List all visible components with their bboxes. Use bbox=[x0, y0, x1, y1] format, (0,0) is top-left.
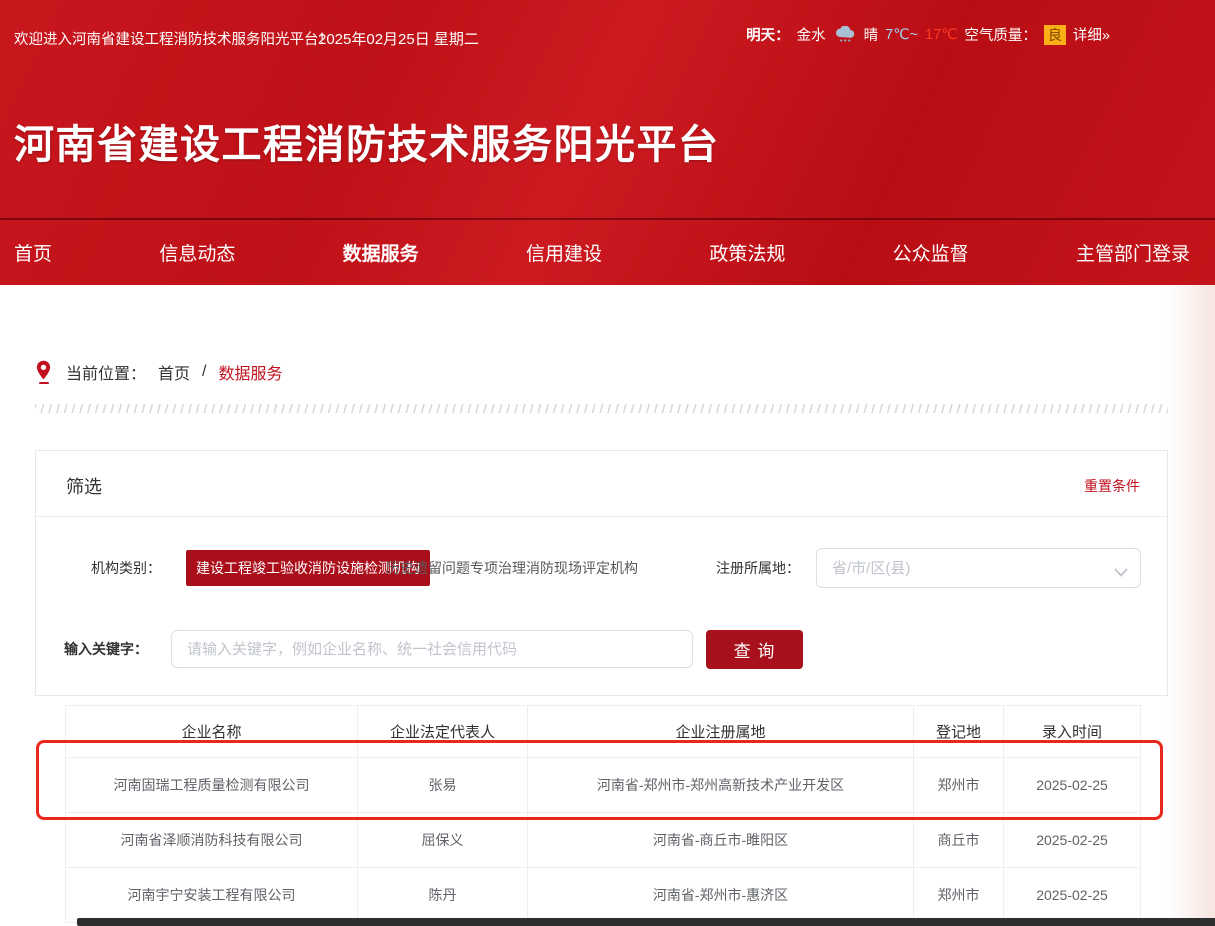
hatched-divider bbox=[35, 404, 1168, 413]
air-quality-badge: 良 bbox=[1044, 25, 1066, 45]
filter-title: 筛选 bbox=[66, 473, 102, 499]
col-header-registered-location: 企业注册属地 bbox=[528, 706, 914, 758]
cell-registered-location: 河南省-商丘市-睢阳区 bbox=[528, 813, 914, 868]
filter-row-category: 机构类别： 建设工程竣工验收消防设施检测机构 历史遗留问题专项治理消防现场评定机… bbox=[36, 546, 1167, 590]
table-row[interactable]: 河南宇宁安装工程有限公司 陈丹 河南省-郑州市-惠济区 郑州市 2025-02-… bbox=[66, 868, 1141, 923]
chevron-down-icon bbox=[1114, 564, 1128, 582]
site-title: 河南省建设工程消防技术服务阳光平台 bbox=[14, 112, 720, 170]
col-header-company-name: 企业名称 bbox=[66, 706, 358, 758]
cell-entry-date: 2025-02-25 bbox=[1004, 813, 1141, 868]
cell-company-name: 河南省泽顺消防科技有限公司 bbox=[66, 813, 358, 868]
col-header-entry-date: 录入时间 bbox=[1004, 706, 1141, 758]
region-label: 注册所属地： bbox=[716, 546, 800, 590]
table-header-row: 企业名称 企业法定代表人 企业注册属地 登记地 录入时间 bbox=[66, 706, 1141, 758]
location-pin-icon bbox=[35, 360, 52, 384]
keyword-label: 输入关键字： bbox=[64, 629, 148, 669]
search-button[interactable]: 查 询 bbox=[706, 630, 803, 669]
air-quality-label: 空气质量： bbox=[964, 24, 1037, 45]
cell-registered-location: 河南省-郑州市-郑州高新技术产业开发区 bbox=[528, 758, 914, 813]
weather-tomorrow-label: 明天： bbox=[746, 24, 790, 45]
col-header-legal-representative: 企业法定代表人 bbox=[358, 706, 528, 758]
right-edge-tint bbox=[1167, 285, 1215, 926]
reset-filters-link[interactable]: 重置条件 bbox=[1084, 476, 1140, 496]
breadcrumb-current[interactable]: 数据服务 bbox=[218, 360, 282, 384]
nav-item-data-service[interactable]: 数据服务 bbox=[343, 239, 419, 266]
region-select[interactable] bbox=[816, 548, 1141, 588]
col-header-registration-place: 登记地 bbox=[914, 706, 1004, 758]
table-row[interactable]: 河南省泽顺消防科技有限公司 屈保义 河南省-商丘市-睢阳区 商丘市 2025-0… bbox=[66, 813, 1141, 868]
cell-entry-date: 2025-02-25 bbox=[1004, 758, 1141, 813]
cell-registration-place: 郑州市 bbox=[914, 868, 1004, 923]
content-area: 当前位置： 首页 / 数据服务 筛选 重置条件 机构类别： 建设工程竣工验收消防… bbox=[0, 285, 1215, 926]
main-nav: 首页 信息动态 数据服务 信用建设 政策法规 公众监督 主管部门登录 bbox=[0, 218, 1215, 285]
cell-registration-place: 郑州市 bbox=[914, 758, 1004, 813]
breadcrumb-home[interactable]: 首页 bbox=[158, 360, 190, 384]
cell-legal-representative: 陈丹 bbox=[358, 868, 528, 923]
breadcrumb: 当前位置： 首页 / 数据服务 bbox=[35, 360, 283, 384]
breadcrumb-label: 当前位置： bbox=[66, 360, 146, 384]
cell-company-name: 河南宇宁安装工程有限公司 bbox=[66, 868, 358, 923]
weather-temp-low: 7℃~ bbox=[885, 27, 918, 43]
nav-item-credit[interactable]: 信用建设 bbox=[526, 239, 602, 266]
cell-registration-place: 商丘市 bbox=[914, 813, 1004, 868]
nav-item-policy[interactable]: 政策法规 bbox=[709, 239, 785, 266]
category-option-inactive[interactable]: 历史遗留问题专项治理消防现场评定机构 bbox=[386, 546, 638, 590]
cell-legal-representative: 张易 bbox=[358, 758, 528, 813]
nav-item-supervision[interactable]: 公众监督 bbox=[893, 239, 969, 266]
date-text: 2025年02月25日 星期二 bbox=[318, 28, 479, 49]
keyword-input[interactable] bbox=[171, 630, 693, 668]
cell-legal-representative: 屈保义 bbox=[358, 813, 528, 868]
category-label: 机构类别： bbox=[91, 546, 161, 590]
horizontal-scrollbar[interactable] bbox=[77, 918, 1215, 926]
hero-banner: 欢迎进入河南省建设工程消防技术服务阳光平台！ 2025年02月25日 星期二 明… bbox=[0, 0, 1215, 285]
nav-item-home[interactable]: 首页 bbox=[14, 239, 52, 266]
weather-detail-link[interactable]: 详细» bbox=[1073, 24, 1110, 45]
results-table: 企业名称 企业法定代表人 企业注册属地 登记地 录入时间 河南固瑞工程质量检测有… bbox=[65, 705, 1141, 923]
filter-card: 筛选 重置条件 机构类别： 建设工程竣工验收消防设施检测机构 历史遗留问题专项治… bbox=[35, 450, 1168, 696]
table-row[interactable]: 河南固瑞工程质量检测有限公司 张易 河南省-郑州市-郑州高新技术产业开发区 郑州… bbox=[66, 758, 1141, 813]
nav-item-admin-login[interactable]: 主管部门登录 bbox=[1076, 239, 1190, 266]
cloud-icon bbox=[833, 26, 857, 44]
cell-entry-date: 2025-02-25 bbox=[1004, 868, 1141, 923]
weather-temp-high: 17℃ bbox=[925, 27, 957, 43]
nav-item-news[interactable]: 信息动态 bbox=[159, 239, 235, 266]
weather-district: 金水 bbox=[797, 24, 826, 45]
filter-card-header: 筛选 重置条件 bbox=[36, 451, 1167, 517]
filter-row-keyword: 输入关键字： 查 询 bbox=[36, 629, 1167, 669]
weather-widget: 明天： 金水 晴 7℃~ 17℃ 空气质量： 良 详细» bbox=[746, 24, 1110, 45]
cell-registered-location: 河南省-郑州市-惠济区 bbox=[528, 868, 914, 923]
welcome-text: 欢迎进入河南省建设工程消防技术服务阳光平台！ bbox=[14, 28, 333, 49]
cell-company-name: 河南固瑞工程质量检测有限公司 bbox=[66, 758, 358, 813]
topbar: 欢迎进入河南省建设工程消防技术服务阳光平台！ 2025年02月25日 星期二 明… bbox=[0, 0, 1215, 80]
weather-condition: 晴 bbox=[864, 24, 879, 45]
breadcrumb-separator: / bbox=[202, 363, 206, 381]
region-select-input[interactable] bbox=[817, 549, 1140, 587]
